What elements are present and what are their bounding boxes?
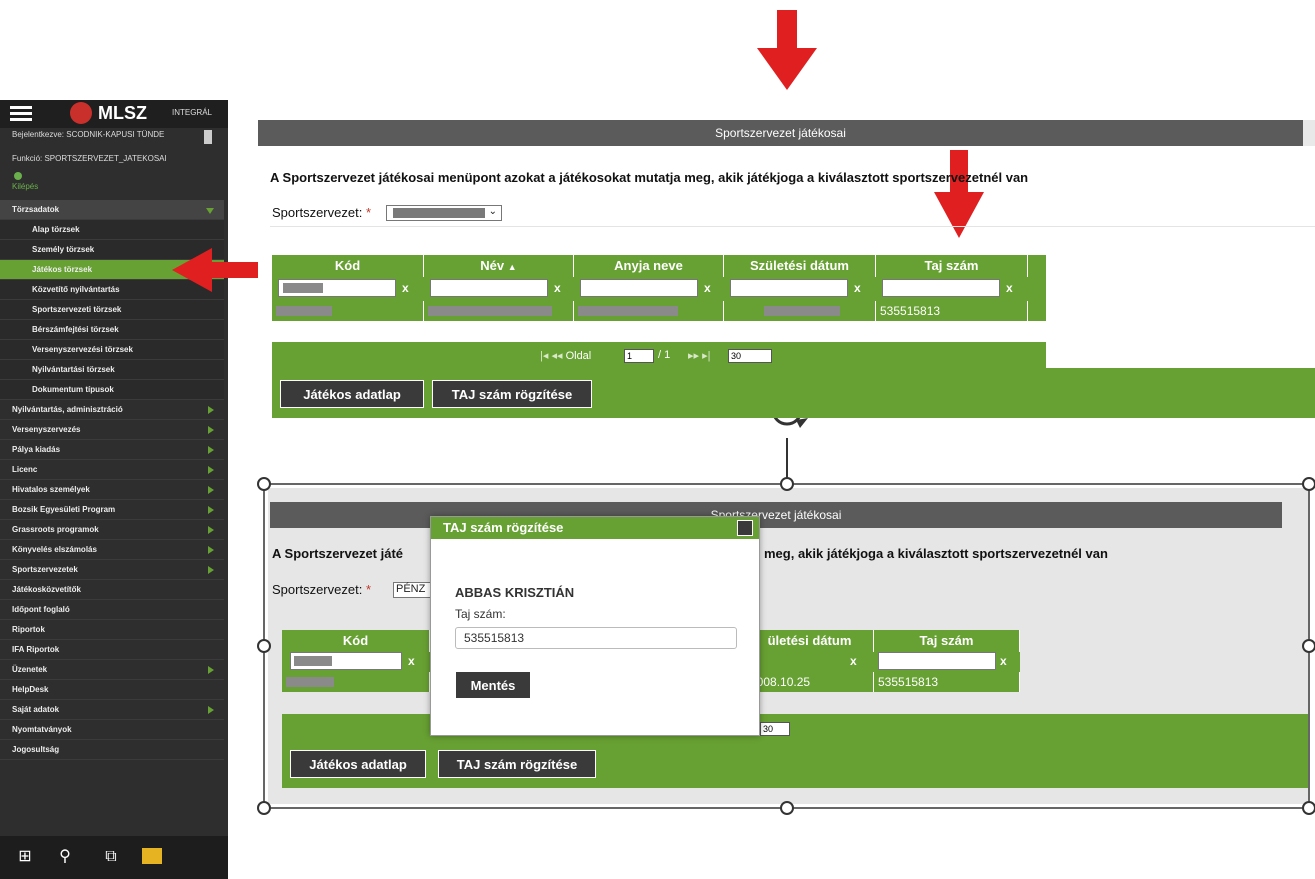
col-header-mother[interactable]: Anyja neve (574, 255, 724, 277)
required-star: * (365, 582, 372, 597)
redacted-value (294, 656, 332, 666)
panel2-col-dob[interactable]: ületési dátum (746, 630, 874, 652)
save-button[interactable]: Mentés (455, 671, 531, 699)
resize-handle[interactable] (1302, 639, 1315, 653)
filter-dob[interactable] (730, 279, 848, 297)
panel2-record-taj-button[interactable]: TAJ szám rögzítése (438, 750, 596, 778)
panel2-title-bar: Sportszervezet játékosai (270, 502, 1282, 528)
filter-mother[interactable] (580, 279, 698, 297)
panel2-org-label: Sportszervezet: * (272, 582, 371, 597)
panel2-col-taj[interactable]: Taj szám (874, 630, 1020, 652)
cell-dob[interactable] (724, 301, 876, 321)
panel2-page-size: 30 (760, 722, 790, 736)
pager-next: ▸▸ ▸| (688, 349, 711, 362)
red-arrow-sidebar (172, 248, 258, 292)
record-taj-button[interactable]: TAJ szám rögzítése (432, 380, 592, 408)
taj-input[interactable]: 535515813 (455, 627, 737, 649)
panel2-heading-left: A Sportszervezet játé (272, 546, 404, 561)
page-heading: A Sportszervezet játékosai menüpont azok… (270, 170, 1029, 185)
panel2-col-code[interactable]: Kód (282, 630, 430, 652)
players-grid: Kód Név ▲ Anyja neve Születési dátum Taj… (272, 255, 1046, 321)
first-page-icon[interactable]: |◂ (540, 350, 548, 362)
page-total: / 1 (658, 349, 671, 361)
panel2-clear-dob[interactable]: x (850, 654, 857, 668)
panel2-clear-taj[interactable]: x (1000, 654, 1007, 668)
col-header-name-text: Név (480, 258, 505, 273)
taj-label: Taj szám: (455, 607, 506, 621)
panel2-cell-dob[interactable]: 2008.10.25 (746, 672, 874, 692)
divider (270, 226, 1315, 227)
player-sheet-button[interactable]: Játékos adatlap (280, 380, 424, 408)
page-number-input[interactable]: 1 (624, 349, 654, 363)
panel2-filter-code[interactable] (290, 652, 402, 670)
resize-handle[interactable] (1302, 801, 1315, 815)
required-star: * (365, 205, 372, 220)
redacted-value (283, 283, 323, 293)
prev-page-icon[interactable]: ◂◂ (551, 350, 562, 362)
next-page-icon[interactable]: ▸▸ (688, 350, 699, 362)
clear-filter-code[interactable]: x (402, 281, 409, 295)
sort-asc-icon: ▲ (507, 262, 517, 272)
redacted-value (393, 208, 485, 218)
org-select[interactable]: ⌄ (386, 205, 502, 221)
resize-handle[interactable] (257, 801, 271, 815)
org-label: Sportszervezet: * (272, 205, 371, 220)
red-arrow-taj-column (934, 150, 984, 238)
cell-code[interactable] (272, 301, 424, 321)
clear-filter-taj[interactable]: x (1006, 281, 1013, 295)
redacted-value (286, 677, 334, 687)
cell-name[interactable] (424, 301, 574, 321)
col-header-name[interactable]: Név ▲ (424, 255, 574, 277)
pager: |◂ ◂◂ Oldal (540, 349, 591, 362)
modal-title: TAJ szám rögzítése (443, 520, 564, 535)
toolbar (272, 368, 1315, 418)
close-icon[interactable] (737, 520, 753, 536)
panel2-filter-taj[interactable] (878, 652, 996, 670)
resize-handle[interactable] (780, 801, 794, 815)
taj-modal: TAJ szám rögzítése ABBAS KRISZTIÁN Taj s… (430, 516, 760, 736)
player-name: ABBAS KRISZTIÁN (455, 585, 575, 600)
panel2-cell-code[interactable] (282, 672, 430, 692)
page-label: Oldal (565, 350, 592, 362)
panel2-page-size-select[interactable]: 30 (760, 722, 790, 736)
redacted-value (764, 306, 840, 316)
panel2-clear-code[interactable]: x (408, 654, 415, 668)
redacted-value (276, 306, 332, 316)
clear-filter-name[interactable]: x (554, 281, 561, 295)
cell-mother[interactable] (574, 301, 724, 321)
filter-name[interactable] (430, 279, 548, 297)
panel2-org-select[interactable]: PÉNZ (393, 582, 433, 598)
clear-filter-dob[interactable]: x (854, 281, 861, 295)
red-arrow-top-down (757, 10, 817, 90)
modal-header: TAJ szám rögzítése (431, 517, 759, 539)
col-header-code[interactable]: Kód (272, 255, 424, 277)
org-label-text: Sportszervezet: (272, 205, 363, 220)
scrollbar-stub[interactable] (1303, 120, 1315, 146)
resize-handle[interactable] (257, 477, 271, 491)
panel2-heading-right: meg, akik játékjoga a kiválasztott sport… (764, 546, 1108, 561)
redacted-value (428, 306, 552, 316)
panel2-org-label-text: Sportszervezet: (272, 582, 363, 597)
col-header-taj[interactable]: Taj szám (876, 255, 1028, 277)
chevron-down-icon: ⌄ (488, 206, 497, 217)
last-page-icon[interactable]: ▸| (702, 350, 710, 362)
clear-filter-mother[interactable]: x (704, 281, 711, 295)
panel-title-bar: Sportszervezet játékosai (258, 120, 1303, 146)
panel2-player-sheet-button[interactable]: Játékos adatlap (290, 750, 426, 778)
panel2-cell-taj[interactable]: 535515813 (874, 672, 1020, 692)
filter-taj[interactable] (882, 279, 1000, 297)
page-size-select[interactable]: 30 (728, 349, 772, 363)
col-header-dob[interactable]: Születési dátum (724, 255, 876, 277)
redacted-value (578, 306, 678, 316)
resize-handle[interactable] (257, 639, 271, 653)
resize-handle[interactable] (1302, 477, 1315, 491)
resize-handle[interactable] (780, 477, 794, 491)
cell-taj[interactable]: 535515813 (876, 301, 1028, 321)
filter-code[interactable] (278, 279, 396, 297)
